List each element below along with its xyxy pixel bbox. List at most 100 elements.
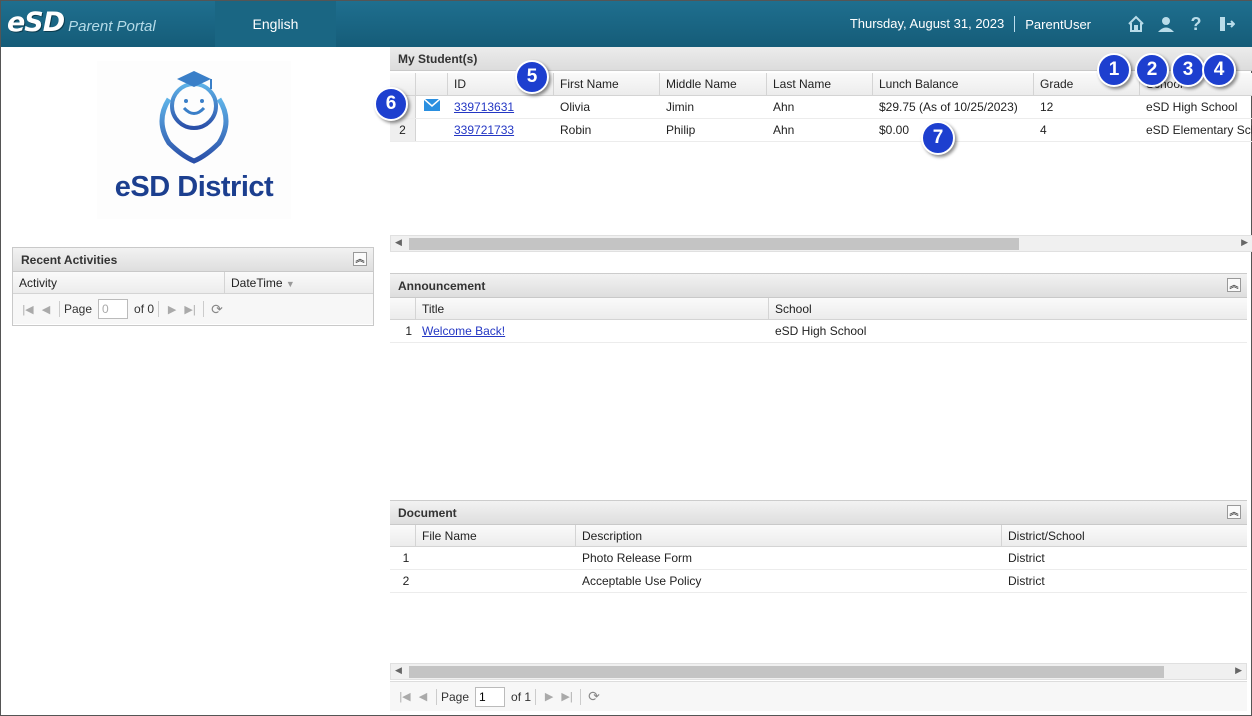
row-number: 1	[405, 324, 412, 338]
current-date: Thursday, August 31, 2023	[850, 16, 1016, 32]
window-frame: eSD Parent Portal English Thursday, Augu…	[0, 0, 1252, 716]
last-name-cell: Ahn	[773, 100, 795, 114]
last-page-icon[interactable]: ▶|	[181, 303, 199, 316]
logo-subtitle: Parent Portal	[68, 18, 156, 35]
scroll-left-icon[interactable]: ◀	[395, 237, 402, 248]
last-name-cell: Ahn	[773, 123, 795, 137]
recent-activities-title: Recent Activities	[21, 253, 118, 267]
language-selector[interactable]: English	[215, 1, 336, 47]
announcement-panel: Announcement ︽ Title School 1 Welcome Ba…	[390, 273, 1247, 347]
next-page-icon[interactable]: ▶	[163, 303, 181, 316]
prev-page-icon[interactable]: ◀	[37, 303, 55, 316]
first-page-icon[interactable]: |◀	[396, 690, 414, 703]
column-header-last-name[interactable]: Last Name	[767, 73, 873, 95]
student-id-link[interactable]: 339713631	[448, 96, 554, 118]
scrollbar-thumb[interactable]	[409, 666, 1164, 678]
column-header-district-school[interactable]: District/School	[1002, 525, 1247, 546]
announcement-link-text: Welcome Back!	[422, 324, 506, 338]
column-header-description[interactable]: Description	[576, 525, 1002, 546]
column-header-lunch-balance[interactable]: Lunch Balance	[873, 73, 1034, 95]
table-row[interactable]: 2 339721733 Robin Philip Ahn $0.00 4 eSD…	[390, 119, 1252, 142]
row-number: 2	[402, 574, 410, 588]
scroll-right-icon[interactable]: ▶	[1241, 237, 1248, 248]
logout-icon[interactable]	[1211, 9, 1241, 39]
column-header-activity[interactable]: Activity	[13, 272, 225, 293]
last-page-icon[interactable]: ▶|	[558, 690, 576, 703]
column-header-middle-name[interactable]: Middle Name	[660, 73, 767, 95]
scope-cell: District	[1008, 574, 1045, 588]
page-number-input[interactable]	[98, 299, 129, 319]
document-title: Document	[398, 506, 457, 520]
callout-4: 4	[1202, 53, 1236, 87]
scroll-right-icon[interactable]: ▶	[1235, 665, 1242, 676]
document-horizontal-scrollbar[interactable]: ◀ ▶	[390, 663, 1247, 680]
help-icon[interactable]: ?	[1181, 9, 1211, 39]
grade-cell: 4	[1040, 123, 1047, 137]
district-logo: eSD District	[97, 61, 291, 219]
my-students-title: My Student(s)	[398, 52, 478, 66]
top-bar: eSD Parent Portal English Thursday, Augu…	[1, 1, 1252, 47]
collapse-icon[interactable]: ︽	[353, 252, 367, 266]
table-row[interactable]: 1 339713631 Olivia Jimin Ahn $29.75 (As …	[390, 96, 1252, 119]
description-cell: Photo Release Form	[582, 551, 693, 565]
portal-logo[interactable]: eSD Parent Portal	[7, 7, 156, 38]
mail-icon[interactable]	[416, 96, 448, 118]
document-table-header: File Name Description District/School	[390, 525, 1247, 547]
column-header-message	[416, 73, 448, 95]
recent-activities-panel: Recent Activities ︽ Activity DateTime ▼ …	[12, 247, 374, 326]
file-name-cell[interactable]	[416, 570, 576, 592]
description-cell: Acceptable Use Policy	[582, 574, 702, 588]
student-id-text: 339721733	[454, 123, 515, 137]
document-header: Document ︽	[390, 501, 1247, 525]
column-header-file-name[interactable]: File Name	[416, 525, 576, 546]
column-header-first-name[interactable]: First Name	[554, 73, 660, 95]
collapse-icon[interactable]: ︽	[1227, 505, 1241, 519]
middle-name-cell: Philip	[666, 123, 696, 137]
row-number: 1	[402, 551, 410, 565]
user-icon[interactable]	[1151, 9, 1181, 39]
announcement-title-link[interactable]: Welcome Back!	[416, 320, 769, 342]
table-row[interactable]: 1 Welcome Back! eSD High School	[390, 320, 1247, 343]
first-page-icon[interactable]: |◀	[19, 303, 37, 316]
file-name-cell[interactable]	[416, 547, 576, 569]
scroll-left-icon[interactable]: ◀	[395, 665, 402, 676]
recent-activities-pager: |◀ ◀ Page of 0 ▶ ▶| ⟳	[13, 294, 373, 324]
page-label: Page	[441, 689, 470, 704]
logo-mark: eSD	[7, 7, 65, 38]
prev-page-icon[interactable]: ◀	[414, 690, 432, 703]
message-cell	[416, 119, 448, 141]
column-header-datetime[interactable]: DateTime ▼	[225, 272, 373, 293]
page-count-label: of 0	[134, 302, 155, 316]
pager-divider	[436, 688, 437, 705]
column-header-school[interactable]: School	[769, 298, 1247, 319]
table-row[interactable]: 1 Photo Release Form District	[390, 547, 1247, 570]
callout-1: 1	[1097, 53, 1131, 87]
column-header-title[interactable]: Title	[416, 298, 769, 319]
document-panel: Document ︽ File Name Description Distric…	[390, 500, 1247, 595]
column-header-rownum	[390, 298, 416, 319]
row-number: 2	[390, 119, 416, 141]
pager-divider	[158, 301, 160, 317]
page-number-input[interactable]	[475, 686, 506, 707]
refresh-icon[interactable]: ⟳	[208, 301, 226, 318]
students-horizontal-scrollbar[interactable]: ◀ ▶	[390, 235, 1252, 252]
refresh-icon[interactable]: ⟳	[585, 688, 603, 705]
top-right-area: Thursday, August 31, 2023 ParentUser ?	[850, 1, 1241, 47]
first-name-cell: Olivia	[560, 100, 591, 114]
pager-divider	[203, 301, 205, 317]
scope-cell: District	[1008, 551, 1045, 565]
next-page-icon[interactable]: ▶	[540, 690, 558, 703]
announcement-table-header: Title School	[390, 298, 1247, 320]
collapse-icon[interactable]: ︽	[1227, 278, 1241, 292]
student-id-text: 339713631	[454, 100, 515, 114]
student-id-link[interactable]: 339721733	[448, 119, 554, 141]
callout-7: 7	[921, 121, 955, 155]
page-count-label: of 1	[511, 689, 532, 704]
recent-activities-columns: Activity DateTime ▼	[13, 272, 373, 294]
callout-2: 2	[1135, 53, 1169, 87]
table-row[interactable]: 2 Acceptable Use Policy District	[390, 570, 1247, 593]
recent-activities-header: Recent Activities ︽	[13, 248, 373, 272]
scrollbar-thumb[interactable]	[409, 238, 1019, 250]
document-pager: |◀ ◀ Page of 1 ▶ ▶| ⟳	[390, 681, 1247, 711]
home-icon[interactable]	[1121, 9, 1151, 39]
